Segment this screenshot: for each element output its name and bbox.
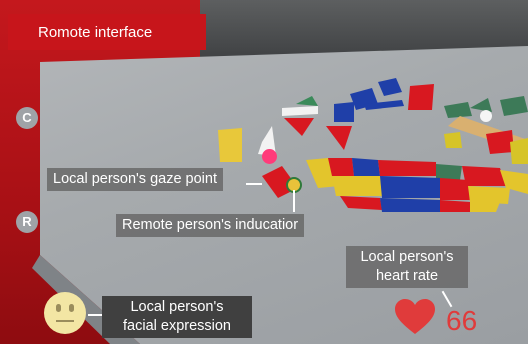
heart-rate-label: Local person's heart rate: [346, 246, 468, 288]
heart-rate-value: 66: [446, 305, 478, 336]
block: [436, 164, 462, 180]
indicator-connector: [293, 190, 295, 212]
block: [440, 178, 470, 200]
block: [218, 128, 242, 162]
block: [296, 96, 318, 106]
block: [408, 84, 434, 110]
block: [380, 176, 440, 198]
gaze-connector: [246, 183, 262, 185]
block: [334, 102, 354, 122]
block: [352, 158, 380, 176]
block: [328, 158, 354, 176]
facial-expression-label: Local person's facial expression: [102, 296, 252, 338]
gaze-point-label: Local person's gaze point: [47, 168, 223, 191]
block: [500, 96, 528, 116]
block: [444, 102, 472, 118]
gaze-point-marker: [262, 149, 277, 164]
block: [470, 98, 492, 112]
block: [332, 176, 382, 196]
page-title: Romote interface: [38, 24, 153, 41]
block: [380, 198, 440, 212]
block: [340, 196, 382, 210]
block: [284, 118, 314, 136]
c-button[interactable]: C: [16, 107, 38, 129]
mouth: [56, 320, 74, 322]
heart-rate-label-line2: heart rate: [375, 268, 439, 284]
block: [326, 126, 352, 150]
indicator-label: Remote person's inducatior: [116, 214, 305, 237]
block: [282, 106, 318, 116]
heart-icon: [395, 299, 435, 334]
facial-connector: [88, 314, 102, 316]
block: [470, 202, 500, 212]
block: [480, 110, 492, 122]
block: [486, 130, 514, 154]
heart-rate-label-line1: Local person's: [360, 249, 454, 265]
block: [444, 132, 462, 148]
block: [510, 138, 528, 164]
facial-expression-label-line1: Local person's: [130, 299, 224, 315]
right-eye: [69, 304, 74, 312]
block: [440, 200, 470, 212]
neutral-face-icon: [44, 292, 86, 334]
block: [462, 166, 506, 186]
block: [378, 78, 402, 96]
r-button[interactable]: R: [16, 211, 38, 233]
facial-expression-label-line2: facial expression: [123, 318, 231, 334]
block: [378, 160, 436, 176]
left-eye: [56, 304, 61, 312]
block: [468, 186, 510, 204]
